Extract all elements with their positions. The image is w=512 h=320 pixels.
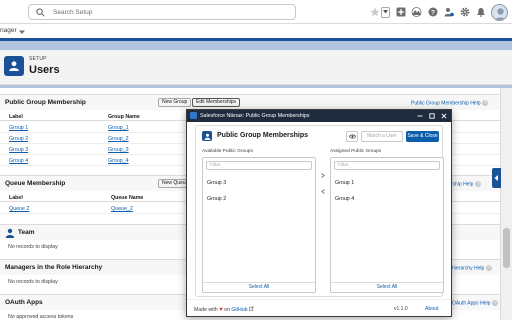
github-link[interactable]: GitHub xyxy=(231,307,247,313)
add-icon[interactable] xyxy=(395,7,406,18)
window-title: Salesforce Niknax: Public Group Membersh… xyxy=(200,113,310,119)
managers-help-link[interactable]: hierarchy Help? xyxy=(452,265,493,271)
maximize-icon[interactable] xyxy=(427,111,437,121)
empty-state-text: No records to display xyxy=(8,244,58,250)
match-a-user-button[interactable]: Match a User xyxy=(361,131,403,142)
avatar[interactable] xyxy=(491,3,508,21)
list-item[interactable]: Group 1 xyxy=(335,180,354,186)
new-group-button[interactable]: New Group xyxy=(158,98,192,107)
help-icon[interactable]: ? xyxy=(427,7,438,18)
search-placeholder: Search Setup xyxy=(53,9,93,16)
card-header: Public Group Memberships Match a User Sa… xyxy=(196,126,442,146)
column-header: Label xyxy=(9,114,23,120)
save-and-close-button[interactable]: Save & Close xyxy=(406,131,439,142)
app-navigation: nager xyxy=(0,24,512,41)
column-header: Group Name xyxy=(108,114,140,120)
group-label-link[interactable]: Group 2 xyxy=(9,136,28,142)
assigned-select-all-button[interactable]: Select All xyxy=(331,282,443,292)
assigned-list-label: Assigned Public Groups xyxy=(330,149,382,154)
external-link-icon xyxy=(249,306,254,311)
help-icon: ? xyxy=(482,100,489,106)
chevron-down-icon[interactable] xyxy=(381,6,390,18)
help-icon: ? xyxy=(492,300,499,306)
page-title: Users xyxy=(29,64,60,76)
close-icon[interactable] xyxy=(439,111,449,121)
search-icon xyxy=(36,8,45,17)
empty-state-text: No approved access tokens xyxy=(8,314,74,320)
memberships-card: Public Group Memberships Match a User Sa… xyxy=(195,125,444,297)
group-label-link[interactable]: Group 4 xyxy=(9,158,28,164)
team-icon xyxy=(5,228,15,238)
svg-text:?: ? xyxy=(431,9,435,16)
list-item[interactable]: Group 4 xyxy=(335,196,354,202)
minimize-icon[interactable] xyxy=(415,111,425,121)
gear-icon[interactable] xyxy=(459,7,470,18)
eye-icon[interactable] xyxy=(346,131,358,142)
window-footer: Made with ♥ on GitHub v1.1.0 About xyxy=(187,299,451,317)
global-header: Search Setup ? xyxy=(0,0,512,24)
page-header: SETUP Users xyxy=(0,50,512,85)
group-name-link[interactable]: Group_3 xyxy=(108,147,129,153)
oauth-help-link[interactable]: OAuth Apps Help? xyxy=(452,300,499,306)
assigned-filter-input[interactable]: Filter xyxy=(334,161,440,170)
public-group-section-header: Public Group Membership New Group Edit M… xyxy=(0,94,500,110)
trailhead-icon[interactable] xyxy=(411,7,422,18)
utility-panel-toggle[interactable] xyxy=(492,168,501,188)
group-name-link[interactable]: Group_4 xyxy=(108,158,129,164)
move-left-icon[interactable] xyxy=(319,188,326,195)
chevron-down-icon[interactable] xyxy=(18,28,26,36)
chevron-left-icon xyxy=(494,175,498,181)
group-label-link[interactable]: Group 3 xyxy=(9,147,28,153)
empty-state-text: No records to display xyxy=(8,279,58,285)
section-title: OAuth Apps xyxy=(5,299,43,306)
column-header: Label xyxy=(9,195,23,201)
available-select-all-button[interactable]: Select All xyxy=(203,282,315,292)
available-groups-listbox[interactable]: Filter Group 3 Group 2 Select All xyxy=(202,157,316,293)
app-icon xyxy=(190,112,197,119)
search-input[interactable]: Search Setup xyxy=(28,4,296,20)
page-scrollbar[interactable] xyxy=(500,88,512,320)
section-title: Team xyxy=(18,229,35,236)
list-item[interactable]: Group 2 xyxy=(207,196,226,202)
scrollbar-thumb[interactable] xyxy=(503,228,510,268)
groups-icon xyxy=(202,131,212,141)
queue-name-link[interactable]: Queue_2 xyxy=(111,206,133,212)
assigned-groups-listbox[interactable]: Filter Group 1 Group 4 Select All xyxy=(330,157,444,293)
help-icon: ? xyxy=(486,265,493,271)
help-icon: ? xyxy=(475,181,482,187)
public-group-memberships-window: Salesforce Niknax: Public Group Membersh… xyxy=(186,109,452,317)
users-icon xyxy=(4,56,24,76)
version-text: v1.1.0 xyxy=(394,306,408,312)
setup-assistant-icon[interactable] xyxy=(443,7,454,18)
edit-memberships-button[interactable]: Edit Memberships xyxy=(192,98,241,107)
made-with-text: Made with ♥ on GitHub xyxy=(194,306,254,313)
column-header: Queue Name xyxy=(111,195,144,201)
queue-label-link[interactable]: Queue 2 xyxy=(9,206,29,212)
card-title: Public Group Memberships xyxy=(217,132,309,139)
about-link[interactable]: About xyxy=(425,306,439,312)
section-title: Queue Membership xyxy=(5,180,66,187)
group-name-link[interactable]: Group_2 xyxy=(108,136,129,142)
group-label-link[interactable]: Group 1 xyxy=(9,125,28,131)
window-titlebar[interactable]: Salesforce Niknax: Public Group Membersh… xyxy=(187,110,451,122)
breadcrumb: SETUP xyxy=(29,56,47,62)
move-right-icon[interactable] xyxy=(319,172,326,179)
section-title: Managers in the Role Hierarchy xyxy=(5,264,103,271)
group-name-link[interactable]: Group_1 xyxy=(108,125,129,131)
favorites-group xyxy=(369,6,390,18)
app-name[interactable]: nager xyxy=(0,27,17,34)
available-filter-input[interactable]: Filter xyxy=(206,161,312,170)
available-list-label: Available Public Groups xyxy=(202,149,253,154)
heart-icon: ♥ xyxy=(219,307,223,313)
public-group-help-link[interactable]: Public Group Membership Help? xyxy=(411,100,489,106)
section-title: Public Group Membership xyxy=(5,99,86,106)
star-icon[interactable] xyxy=(369,7,380,18)
header-icons: ? xyxy=(369,3,508,21)
list-item[interactable]: Group 3 xyxy=(207,180,226,186)
bell-icon[interactable] xyxy=(475,7,486,18)
